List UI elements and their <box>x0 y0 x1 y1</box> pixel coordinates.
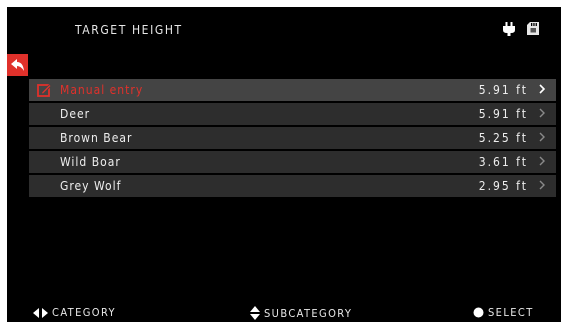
list-item-value: 5.25 ft <box>478 131 528 145</box>
list-item-label: Wild Boar <box>60 155 121 169</box>
list-item-value: 3.61 ft <box>478 155 528 169</box>
list-item-grey-wolf[interactable]: Grey Wolf 2.95 ft <box>29 175 556 197</box>
list-item-deer[interactable]: Deer 5.91 ft <box>29 103 556 125</box>
list-item-wild-boar[interactable]: Wild Boar 3.61 ft <box>29 151 556 173</box>
footer-hint-subcategory: SUBCATEGORY <box>250 306 352 320</box>
list-item-label: Deer <box>60 107 91 121</box>
footer-category-label: CATEGORY <box>52 306 116 319</box>
page-title: TARGET HEIGHT <box>75 23 183 37</box>
sd-card-icon <box>527 22 539 35</box>
chevron-right-icon <box>539 180 545 190</box>
back-button[interactable] <box>7 54 28 76</box>
list-item-label: Manual entry <box>60 83 144 97</box>
target-list: Manual entry 5.91 ft Deer 5.91 ft Brown … <box>29 79 556 199</box>
footer-subcategory-label: SUBCATEGORY <box>264 306 353 320</box>
edit-icon <box>37 83 51 97</box>
list-item-brown-bear[interactable]: Brown Bear 5.25 ft <box>29 127 556 149</box>
chevron-right-icon <box>539 156 545 166</box>
list-item-value: 5.91 ft <box>478 83 528 97</box>
left-right-arrows-icon <box>33 307 48 318</box>
list-item-label: Brown Bear <box>60 131 133 145</box>
plug-icon <box>503 22 515 36</box>
list-item-value: 5.91 ft <box>478 107 528 121</box>
chevron-right-icon <box>539 132 545 142</box>
footer-hint-category: CATEGORY <box>33 306 116 319</box>
chevron-right-icon <box>539 108 545 118</box>
up-down-arrows-icon <box>250 306 260 320</box>
list-item-value: 2.95 ft <box>478 179 528 193</box>
device-display: TARGET HEIGHT Manual entry 5.91 ft Deer … <box>7 7 561 322</box>
back-arrow-icon <box>11 59 24 71</box>
screen: TARGET HEIGHT Manual entry 5.91 ft Deer … <box>0 0 571 324</box>
list-item-label: Grey Wolf <box>60 179 122 193</box>
list-item-manual-entry[interactable]: Manual entry 5.91 ft <box>29 79 556 101</box>
footer-hint-select: SELECT <box>473 306 534 319</box>
chevron-right-icon <box>539 84 546 94</box>
footer-select-label: SELECT <box>488 306 534 319</box>
select-dot-icon <box>473 307 484 318</box>
